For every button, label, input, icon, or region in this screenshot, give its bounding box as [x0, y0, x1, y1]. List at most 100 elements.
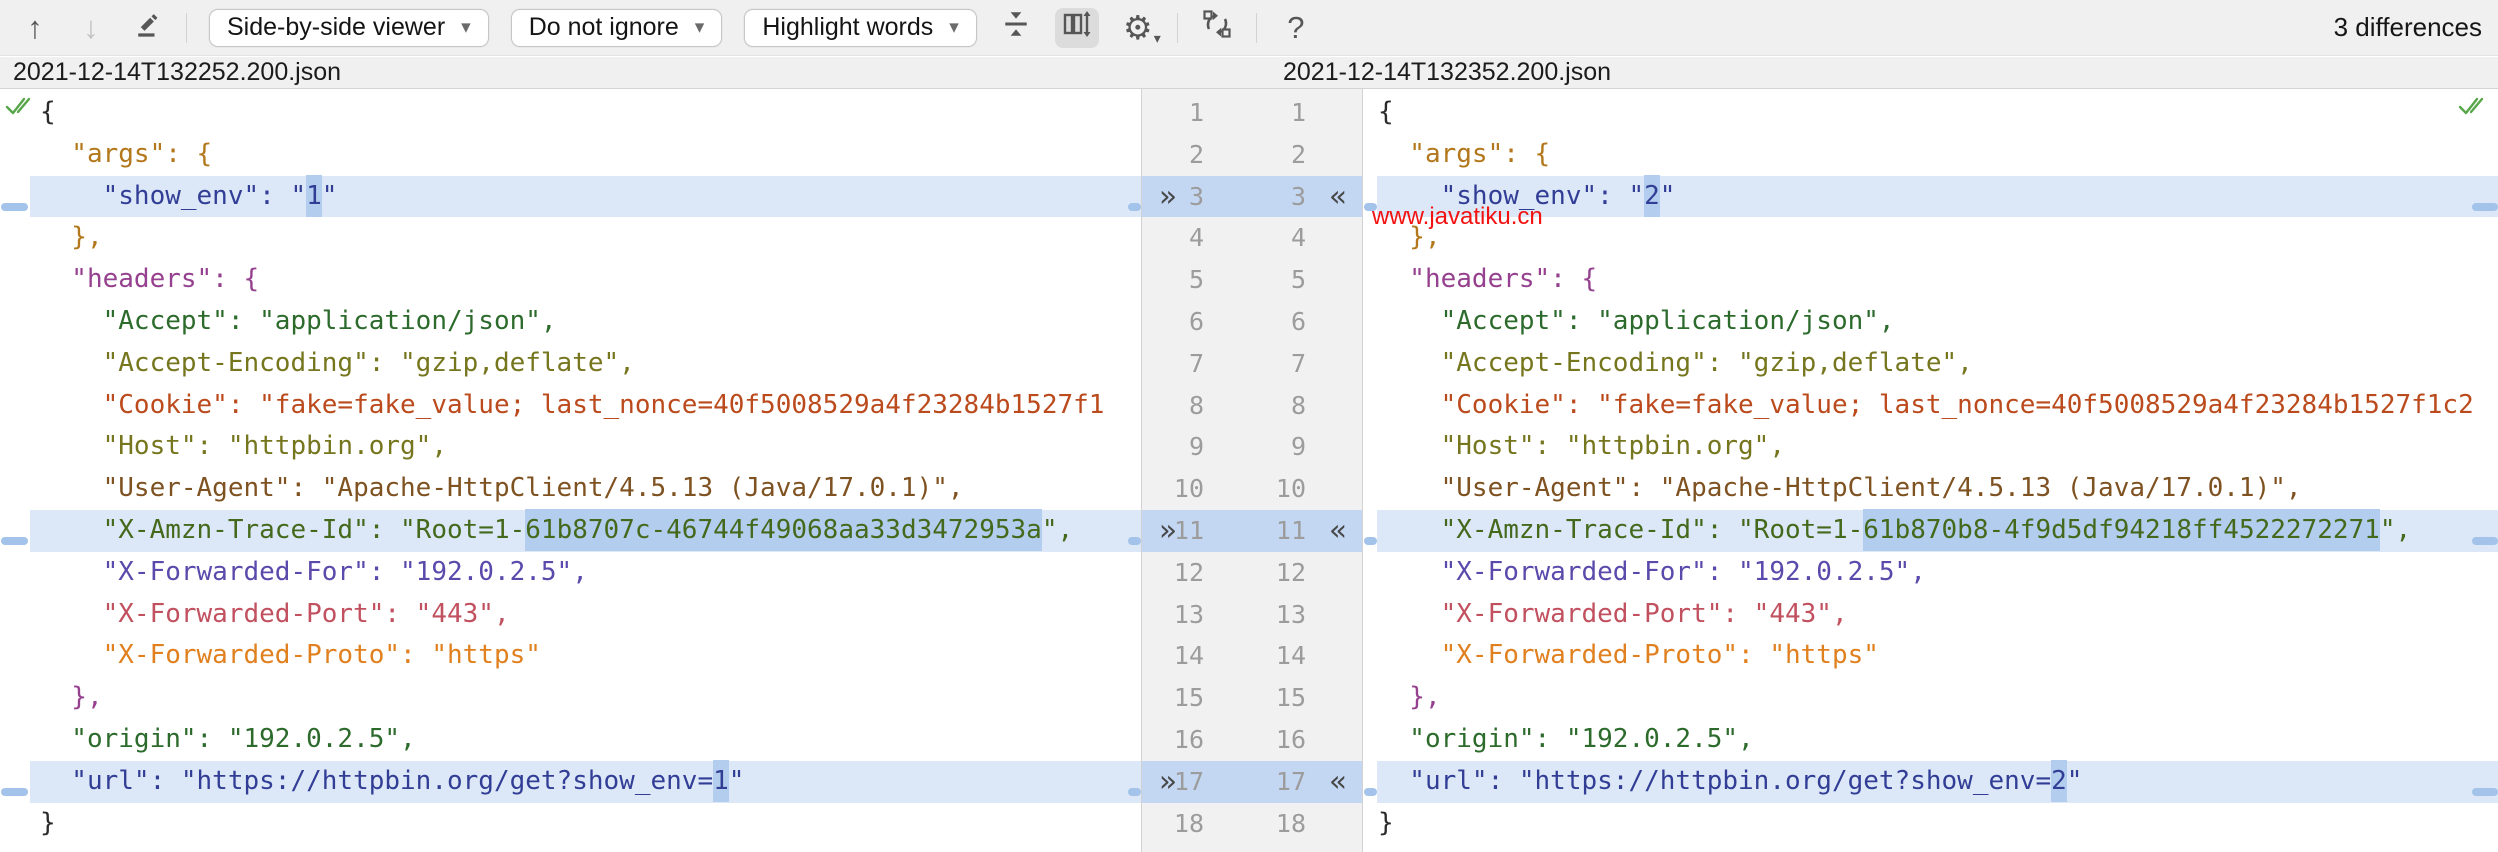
settings-button[interactable]: ⚙ ▾	[1121, 8, 1155, 48]
code-text: "	[2067, 766, 2083, 796]
change-marker-dash	[2472, 537, 2498, 545]
left-code-lines: { "args": { "show_env": "1" }, "headers"…	[0, 92, 1141, 844]
gutter-row-18: 1818	[1142, 803, 1362, 845]
changed-word-highlight: 2	[1644, 175, 1660, 217]
code-line-12: "X-Forwarded-For": "192.0.2.5",	[1364, 552, 2498, 594]
gutter-row-5: 55	[1142, 259, 1362, 301]
gutter-row-4: 44	[1142, 217, 1362, 259]
code-text: "Host": "httpbin.org",	[1378, 431, 1785, 461]
right-line-number: 4	[1291, 217, 1306, 259]
change-marker-dash	[2472, 203, 2498, 211]
right-line-number: 18	[1276, 803, 1306, 845]
gutter-row-17: 1717»«	[1142, 761, 1362, 803]
code-line-16: "origin": "192.0.2.5",	[1364, 719, 2498, 761]
code-line-2: "args": {	[1364, 134, 2498, 176]
code-line-3: "show_env": "1"	[0, 176, 1141, 218]
no-problems-check-icon	[5, 95, 31, 123]
change-marker-dash	[1128, 788, 1141, 796]
apply-change-right-to-left-button[interactable]: «	[1330, 176, 1347, 218]
collapse-unchanged-button[interactable]	[999, 8, 1033, 48]
code-line-7: "Accept-Encoding": "gzip,deflate",	[1364, 343, 2498, 385]
left-line-number: 8	[1189, 385, 1204, 427]
code-text: },	[1378, 682, 1441, 712]
code-line-8: "Cookie": "fake=fake_value; last_nonce=4…	[0, 385, 1141, 427]
toolbar-separator	[1177, 13, 1178, 43]
toolbar-separator	[186, 13, 187, 43]
right-line-number: 13	[1276, 594, 1306, 636]
edit-button[interactable]	[130, 8, 164, 48]
viewer-mode-dropdown[interactable]: Side-by-side viewer ▾	[209, 9, 489, 47]
code-text: "origin": "192.0.2.5",	[40, 724, 416, 754]
gutter-row-15: 1515	[1142, 677, 1362, 719]
apply-change-left-to-right-button[interactable]: »	[1159, 510, 1176, 552]
ignore-policy-dropdown[interactable]: Do not ignore ▾	[511, 9, 723, 47]
previous-difference-button[interactable]: ↑	[18, 8, 52, 48]
highlight-policy-label: Highlight words	[762, 13, 933, 42]
right-line-number: 3	[1291, 176, 1306, 218]
changed-word-highlight: 1	[713, 760, 729, 802]
swap-refresh-icon	[1200, 7, 1234, 49]
right-line-number: 11	[1276, 510, 1306, 552]
gutter-row-1: 11	[1142, 92, 1362, 134]
left-line-number: 17	[1174, 761, 1204, 803]
code-text: "X-Forwarded-For": "192.0.2.5",	[40, 557, 588, 587]
chevron-down-icon: ▾	[695, 16, 705, 39]
diff-viewer-window: ↑ ↓ Side-by-side viewer ▾ Do not ignore …	[0, 0, 2498, 852]
change-marker-dash	[1, 788, 28, 796]
code-line-8: "Cookie": "fake=fake_value; last_nonce=4…	[1364, 385, 2498, 427]
code-line-6: "Accept": "application/json",	[1364, 301, 2498, 343]
code-line-4: },	[0, 217, 1141, 259]
differences-count-label: 3 differences	[2334, 12, 2484, 43]
right-line-number: 15	[1276, 677, 1306, 719]
code-text: "url": "https://httpbin.org/get?show_env…	[1378, 766, 2051, 796]
highlight-policy-dropdown[interactable]: Highlight words ▾	[744, 9, 976, 47]
right-line-number: 12	[1276, 552, 1306, 594]
chevron-down-icon: ▾	[1154, 30, 1161, 47]
change-marker-dash	[1364, 788, 1377, 796]
next-difference-button[interactable]: ↓	[74, 8, 108, 48]
collapse-icon	[1001, 9, 1031, 47]
code-text: "User-Agent": "Apache-HttpClient/4.5.13 …	[1378, 473, 2302, 503]
left-line-number: 15	[1174, 677, 1204, 719]
right-line-number: 6	[1291, 301, 1306, 343]
code-line-15: },	[1364, 677, 2498, 719]
apply-change-left-to-right-button[interactable]: »	[1159, 176, 1176, 218]
left-line-number: 18	[1174, 803, 1204, 845]
code-text: }	[1378, 808, 1394, 838]
apply-change-right-to-left-button[interactable]: «	[1330, 761, 1347, 803]
code-text: ",	[1042, 515, 1073, 545]
code-text: ",	[2380, 515, 2411, 545]
synchronize-scrolling-toggle[interactable]	[1055, 8, 1099, 48]
chevron-down-icon: ▾	[461, 16, 471, 39]
code-line-5: "headers": {	[0, 259, 1141, 301]
code-text: "X-Forwarded-Port": "443",	[40, 599, 510, 629]
code-line-13: "X-Forwarded-Port": "443",	[0, 594, 1141, 636]
code-text: },	[40, 682, 103, 712]
left-line-number: 10	[1174, 468, 1204, 510]
left-line-number: 2	[1189, 134, 1204, 176]
code-line-18: }	[1364, 803, 2498, 845]
code-line-12: "X-Forwarded-For": "192.0.2.5",	[0, 552, 1141, 594]
right-line-number: 14	[1276, 635, 1306, 677]
apply-change-left-to-right-button[interactable]: »	[1159, 761, 1176, 803]
help-button[interactable]: ?	[1279, 8, 1313, 48]
left-line-number: 3	[1189, 176, 1204, 218]
change-marker-dash	[1364, 537, 1377, 545]
code-line-5: "headers": {	[1364, 259, 2498, 301]
diff-code-region: { "args": { "show_env": "1" }, "headers"…	[0, 88, 2498, 852]
sync-scroll-icon	[1061, 8, 1093, 48]
apply-change-right-to-left-button[interactable]: «	[1330, 510, 1347, 552]
ignore-policy-label: Do not ignore	[529, 13, 679, 42]
left-line-number: 9	[1189, 426, 1204, 468]
left-editor-pane[interactable]: { "args": { "show_env": "1" }, "headers"…	[0, 89, 1141, 852]
code-text: "args": {	[40, 139, 212, 169]
code-text: "	[729, 766, 745, 796]
diff-toolbar: ↑ ↓ Side-by-side viewer ▾ Do not ignore …	[0, 0, 2498, 56]
changed-word-highlight: 61b870b8-4f9d5df94218ff4522272271	[1863, 509, 2380, 551]
right-editor-pane[interactable]: { "args": { "show_env": "2" }, "headers"…	[1364, 89, 2498, 852]
left-line-number: 11	[1174, 510, 1204, 552]
right-line-number: 7	[1291, 343, 1306, 385]
changed-word-highlight: 61b8707c-46744f49068aa33d3472953a	[525, 509, 1042, 551]
viewer-mode-label: Side-by-side viewer	[227, 13, 445, 42]
swap-sides-button[interactable]	[1200, 8, 1234, 48]
